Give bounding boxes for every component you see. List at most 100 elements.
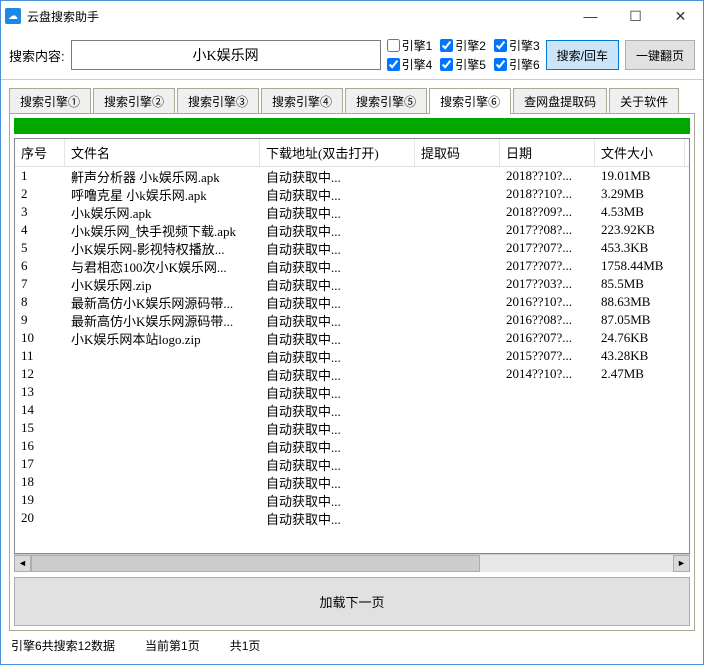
close-button[interactable]: ✕ xyxy=(658,1,703,31)
engine-checkbox-1[interactable]: 引擎1 xyxy=(387,37,433,54)
table-cell: 24.76KB xyxy=(595,330,685,346)
table-row[interactable]: 4小k娱乐网_快手视频下载.apk自动获取中...2017??08?...223… xyxy=(15,221,689,239)
table-cell: 16 xyxy=(15,438,65,454)
table-row[interactable]: 7小K娱乐网.zip自动获取中...2017??03?...85.5MB xyxy=(15,275,689,293)
table-row[interactable]: 8最新高仿小K娱乐网源码带...自动获取中...2016??10?...88.6… xyxy=(15,293,689,311)
search-label: 搜索内容: xyxy=(9,46,65,65)
table-cell: 自动获取中... xyxy=(260,419,415,438)
table-cell: 18 xyxy=(15,474,65,490)
search-input[interactable] xyxy=(71,40,381,70)
minimize-button[interactable]: — xyxy=(568,1,613,31)
tab-4[interactable]: 搜索引擎⑤ xyxy=(345,88,427,114)
engine-checkbox-3[interactable]: 引擎3 xyxy=(494,37,540,54)
table-row[interactable]: 1鼾声分析器 小k娱乐网.apk自动获取中...2018??10?...19.0… xyxy=(15,167,689,185)
table-cell: 8 xyxy=(15,294,65,310)
engine-checkbox-input-2[interactable] xyxy=(440,39,453,52)
column-header[interactable]: 日期 xyxy=(500,139,595,166)
engine-checkbox-2[interactable]: 引擎2 xyxy=(440,37,486,54)
app-icon: ☁ xyxy=(5,8,21,24)
table-cell: 3 xyxy=(15,204,65,220)
tab-2[interactable]: 搜索引擎③ xyxy=(177,88,259,114)
table-cell: 自动获取中... xyxy=(260,437,415,456)
table-cell: 88.63MB xyxy=(595,294,685,310)
table-row[interactable]: 12自动获取中...2014??10?...2.47MB xyxy=(15,365,689,383)
table-cell: 小K娱乐网本站logo.zip xyxy=(65,329,260,348)
tab-3[interactable]: 搜索引擎④ xyxy=(261,88,343,114)
engine-checkbox-6[interactable]: 引擎6 xyxy=(494,56,540,73)
table-row[interactable]: 5小K娱乐网-影视特权播放...自动获取中...2017??07?...453.… xyxy=(15,239,689,257)
maximize-button[interactable]: ☐ xyxy=(613,1,658,31)
scroll-track[interactable] xyxy=(31,555,673,572)
table-cell: 2017??03?... xyxy=(500,276,595,292)
column-header[interactable]: 提取码 xyxy=(415,139,500,166)
table-row[interactable]: 15自动获取中... xyxy=(15,419,689,437)
engine-checkbox-label: 引擎5 xyxy=(455,56,486,73)
tab-7[interactable]: 关于软件 xyxy=(609,88,679,114)
engine-checkbox-4[interactable]: 引擎4 xyxy=(387,56,433,73)
app-window: ☁ 云盘搜索助手 — ☐ ✕ 搜索内容: 引擎1引擎2引擎3引擎4引擎5引擎6 … xyxy=(0,0,704,665)
table-cell: 自动获取中... xyxy=(260,509,415,528)
engine-checkbox-input-6[interactable] xyxy=(494,58,507,71)
table-header: 序号文件名下载地址(双击打开)提取码日期文件大小 xyxy=(15,139,689,167)
table-cell: 2014??10?... xyxy=(500,366,595,382)
table-row[interactable]: 18自动获取中... xyxy=(15,473,689,491)
table-row[interactable]: 20自动获取中... xyxy=(15,509,689,527)
scroll-left-icon[interactable]: ◄ xyxy=(14,555,31,572)
results-table: 序号文件名下载地址(双击打开)提取码日期文件大小 1鼾声分析器 小k娱乐网.ap… xyxy=(14,138,690,554)
engine-checkbox-input-4[interactable] xyxy=(387,58,400,71)
tab-5[interactable]: 搜索引擎⑥ xyxy=(429,88,511,114)
table-cell: 小k娱乐网.apk xyxy=(65,203,260,222)
column-header[interactable]: 文件名 xyxy=(65,139,260,166)
table-cell: 10 xyxy=(15,330,65,346)
column-header[interactable]: 文件大小 xyxy=(595,139,685,166)
table-row[interactable]: 17自动获取中... xyxy=(15,455,689,473)
table-cell: 2016??08?... xyxy=(500,312,595,328)
content-panel: 序号文件名下载地址(双击打开)提取码日期文件大小 1鼾声分析器 小k娱乐网.ap… xyxy=(9,113,695,631)
table-cell: 2016??07?... xyxy=(500,330,595,346)
table-cell: 19.01MB xyxy=(595,168,685,184)
table-row[interactable]: 9最新高仿小K娱乐网源码带...自动获取中...2016??08?...87.0… xyxy=(15,311,689,329)
tab-0[interactable]: 搜索引擎① xyxy=(9,88,91,114)
table-row[interactable]: 13自动获取中... xyxy=(15,383,689,401)
engine-checkbox-label: 引擎4 xyxy=(402,56,433,73)
table-cell: 与君相恋100次小K娱乐网... xyxy=(65,257,260,276)
tab-1[interactable]: 搜索引擎② xyxy=(93,88,175,114)
titlebar[interactable]: ☁ 云盘搜索助手 — ☐ ✕ xyxy=(1,1,703,31)
table-cell: 自动获取中... xyxy=(260,275,415,294)
engine-checkbox-label: 引擎1 xyxy=(402,37,433,54)
table-cell: 2015??07?... xyxy=(500,348,595,364)
table-cell: 自动获取中... xyxy=(260,365,415,384)
column-header[interactable]: 序号 xyxy=(15,139,65,166)
load-next-page-button[interactable]: 加载下一页 xyxy=(14,577,690,626)
table-cell: 自动获取中... xyxy=(260,455,415,474)
table-cell: 2.47MB xyxy=(595,366,685,382)
table-row[interactable]: 11自动获取中...2015??07?...43.28KB xyxy=(15,347,689,365)
engine-checkbox-5[interactable]: 引擎5 xyxy=(440,56,486,73)
table-row[interactable]: 14自动获取中... xyxy=(15,401,689,419)
page-all-button[interactable]: 一键翻页 xyxy=(625,40,695,70)
engine-checkboxes: 引擎1 引擎2 引擎3 引擎4 引擎5 引擎6 xyxy=(387,37,540,73)
table-row[interactable]: 16 自动获取中... xyxy=(15,437,689,455)
engine-checkbox-input-1[interactable] xyxy=(387,39,400,52)
horizontal-scrollbar[interactable]: ◄ ► xyxy=(14,554,690,571)
table-row[interactable]: 3小k娱乐网.apk自动获取中...2018??09?...4.53MB xyxy=(15,203,689,221)
scroll-thumb[interactable] xyxy=(31,555,480,572)
table-cell: 2017??07?... xyxy=(500,258,595,274)
table-row[interactable]: 10小K娱乐网本站logo.zip自动获取中... 2016??07?...24.… xyxy=(15,329,689,347)
table-cell: 2018??10?... xyxy=(500,186,595,202)
tab-6[interactable]: 查网盘提取码 xyxy=(513,88,607,114)
table-row[interactable]: 6与君相恋100次小K娱乐网...自动获取中...2017??07?...175… xyxy=(15,257,689,275)
table-cell: 2017??08?... xyxy=(500,222,595,238)
table-row[interactable]: 19自动获取中... xyxy=(15,491,689,509)
status-bar: 引擎6共搜索12数据 当前第1页 共1页 xyxy=(1,631,703,660)
table-cell: 自动获取中... xyxy=(260,329,415,348)
table-cell: 9 xyxy=(15,312,65,328)
table-cell: 小K娱乐网-影视特权播放... xyxy=(65,239,260,258)
column-header[interactable]: 下载地址(双击打开) xyxy=(260,139,415,166)
search-button[interactable]: 搜索/回车 xyxy=(546,40,619,70)
status-current-page: 当前第1页 xyxy=(145,637,200,654)
table-row[interactable]: 2呼噜克星 小k娱乐网.apk自动获取中...2018??10?...3.29M… xyxy=(15,185,689,203)
engine-checkbox-input-3[interactable] xyxy=(494,39,507,52)
engine-checkbox-input-5[interactable] xyxy=(440,58,453,71)
scroll-right-icon[interactable]: ► xyxy=(673,555,690,572)
